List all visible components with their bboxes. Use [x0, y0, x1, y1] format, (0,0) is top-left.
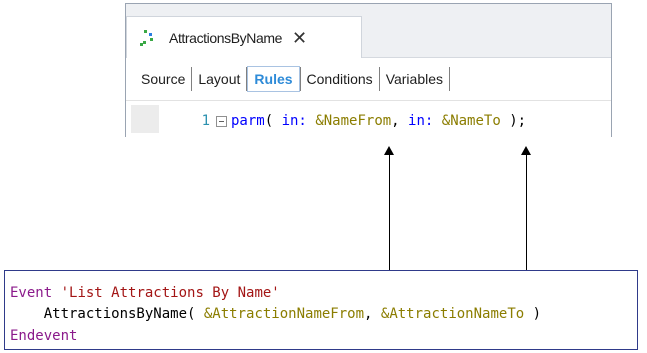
- in-keyword: in:: [281, 113, 307, 129]
- collapse-icon[interactable]: [216, 115, 227, 127]
- event-keyword: Event: [10, 285, 53, 301]
- procedure-call: AttractionsByName(: [43, 306, 196, 322]
- editor-margin: [131, 105, 159, 133]
- call-line: AttractionsByName( &AttractionNameFrom ,…: [10, 304, 541, 324]
- arrow-line-namefrom: [389, 154, 390, 286]
- in-keyword: in:: [408, 113, 434, 129]
- variable-namefrom: &NameFrom: [315, 113, 392, 129]
- tab-variables[interactable]: Variables: [380, 66, 449, 92]
- rules-editor[interactable]: 1 parm ( in: &NameFrom , in: &NameTo );: [126, 100, 611, 137]
- tab-layout[interactable]: Layout: [192, 66, 246, 92]
- arrow-line-nameto: [526, 154, 527, 286]
- open-paren: (: [264, 113, 282, 129]
- event-name-string: 'List Attractions By Name': [60, 285, 280, 301]
- variable-nameto: &NameTo: [441, 113, 501, 129]
- variable-attractionnameto: &AttractionNameTo: [380, 306, 525, 322]
- document-tab-title: AttractionsByName: [169, 29, 283, 46]
- event-line: Event 'List Attractions By Name': [10, 283, 280, 303]
- close-paren: );: [500, 113, 527, 129]
- close-paren: ): [524, 306, 542, 322]
- tab-conditions[interactable]: Conditions: [301, 66, 379, 92]
- ide-window: AttractionsByName ✕ Source Layout Rules …: [125, 3, 612, 137]
- tab-rules[interactable]: Rules: [247, 66, 300, 92]
- document-tab-bar: AttractionsByName ✕: [126, 4, 611, 58]
- code-line[interactable]: 1 parm ( in: &NameFrom , in: &NameTo );: [172, 111, 527, 131]
- endevent-line: Endevent: [10, 326, 77, 346]
- parm-keyword: parm: [231, 113, 265, 129]
- tab-source[interactable]: Source: [135, 66, 191, 92]
- variable-attractionnamefrom: &AttractionNameFrom: [203, 306, 365, 322]
- document-tab[interactable]: AttractionsByName ✕: [126, 16, 362, 58]
- close-icon[interactable]: ✕: [292, 29, 307, 47]
- procedure-icon: [140, 29, 153, 46]
- object-part-tabs: Source Layout Rules Conditions Variables: [126, 59, 611, 99]
- comma: ,: [364, 306, 381, 322]
- endevent-keyword: Endevent: [10, 328, 78, 344]
- comma: ,: [391, 113, 409, 129]
- tab-divider: [449, 67, 451, 91]
- event-code-snippet: Event 'List Attractions By Name' Attract…: [4, 270, 638, 350]
- line-number: 1: [201, 113, 210, 129]
